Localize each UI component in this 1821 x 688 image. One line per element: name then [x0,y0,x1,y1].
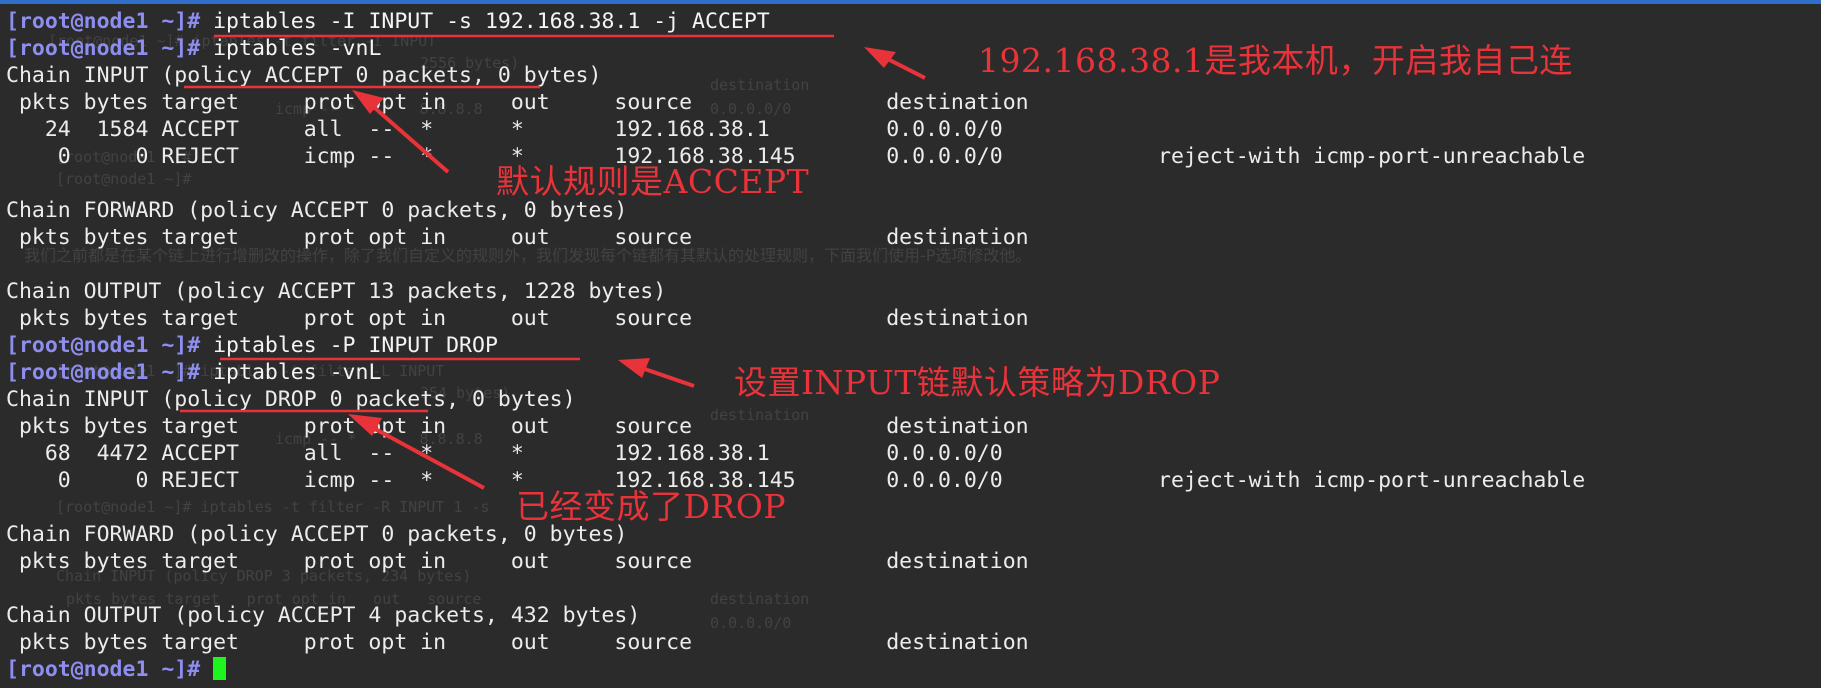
ghost-line: [root@node1 ~]# iptables -t filter -R IN… [56,498,490,516]
annotation-arrow [879,53,926,80]
ghost-line: [root@node1 ~]# [56,170,192,188]
terminal-window[interactable]: [root@node1 ~]# iptables -t filter -I IN… [0,0,1821,688]
command-line[interactable]: [root@node1 ~]# [6,656,227,683]
annotation-note-set-drop: 设置INPUT链默认策略为DROP [734,363,1221,402]
command-text: iptables -vnL [200,360,382,385]
window-top-bar [0,0,1821,4]
command-line: [root@node1 ~]# iptables -vnL [6,359,381,386]
annotation-note-default-accept: 默认规则是ACCEPT [496,162,810,201]
shell-prompt: [root@node1 ~]# [6,360,201,385]
command-line: [root@node1 ~]# iptables -P INPUT DROP [6,332,498,359]
annotation-arrowhead [864,47,896,68]
output-line: pkts bytes target prot opt in out source… [6,225,1029,250]
shell-prompt: [root@node1 ~]# [6,36,201,61]
output-line: Chain INPUT (policy DROP 0 packets, 0 by… [6,387,576,412]
command-line: [root@node1 ~]# iptables -I INPUT -s 192… [6,8,770,35]
output-line: 0 0 REJECT icmp -- * * 192.168.38.145 0.… [6,468,1586,493]
command-text: iptables -I INPUT -s 192.168.38.1 -j ACC… [200,9,770,34]
shell-prompt: [root@node1 ~]# [6,333,201,358]
output-line: 68 4472 ACCEPT all -- * * 192.168.38.1 0… [6,441,1003,466]
annotation-arrow [635,364,695,388]
output-line: pkts bytes target prot opt in out source… [6,630,1029,655]
shell-prompt: [root@node1 ~]# [6,9,201,34]
annotation-note-became-drop: 已经变成了DROP [516,487,787,526]
annotation-note-localhost: 192.168.38.1是我本机，开启我自己连 [978,41,1573,80]
output-line: Chain OUTPUT (policy ACCEPT 4 packets, 4… [6,603,641,628]
output-line: pkts bytes target prot opt in out source… [6,306,1029,331]
text-cursor [213,657,227,680]
ghost-line: destination [710,590,810,608]
output-line: pkts bytes target prot opt in out source… [6,414,1029,439]
output-line: 24 1584 ACCEPT all -- * * 192.168.38.1 0… [6,117,1003,142]
command-line: [root@node1 ~]# iptables -vnL [6,35,381,62]
command-input[interactable] [200,657,213,682]
annotation-arrowhead [618,358,650,378]
output-line: Chain OUTPUT (policy ACCEPT 13 packets, … [6,279,667,304]
output-line: Chain INPUT (policy ACCEPT 0 packets, 0 … [6,63,602,88]
command-text: iptables -vnL [200,36,382,61]
output-line: pkts bytes target prot opt in out source… [6,549,1029,574]
command-text: iptables -P INPUT DROP [200,333,498,358]
shell-prompt: [root@node1 ~]# [6,657,201,682]
output-line: pkts bytes target prot opt in out source… [6,90,1029,115]
